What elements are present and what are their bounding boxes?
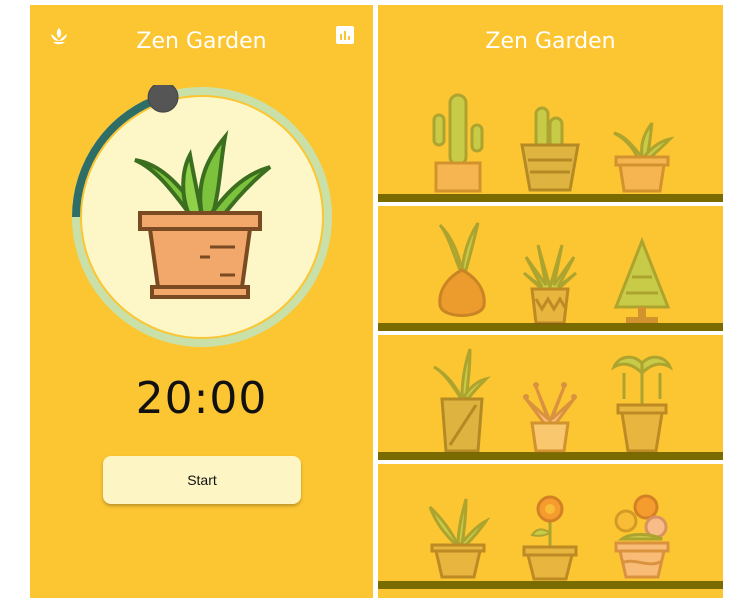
fern-pot-icon[interactable] <box>426 493 490 581</box>
flowering-bush-pot-icon[interactable] <box>610 489 674 581</box>
shelf-divider <box>378 460 723 464</box>
timer-knob[interactable] <box>147 85 179 113</box>
timer-display: 20:00 <box>135 373 268 424</box>
pine-tree-icon[interactable] <box>610 237 674 325</box>
timer-screen: Zen Garden 20:00 Start <box>30 5 373 598</box>
stats-icon[interactable] <box>335 25 357 47</box>
palm-pot-icon[interactable] <box>610 343 674 455</box>
garden-title: Zen Garden <box>485 29 616 54</box>
tall-grass-vase-icon[interactable] <box>430 345 494 455</box>
potted-cactus-icon[interactable] <box>518 100 582 195</box>
shelf-divider <box>378 202 723 206</box>
shelf <box>378 581 723 589</box>
shelf-divider <box>378 331 723 335</box>
app-title: Zen Garden <box>136 29 267 54</box>
start-button[interactable]: Start <box>103 456 301 504</box>
snake-plant-vase-icon[interactable] <box>430 215 494 325</box>
succulent-pot-icon[interactable] <box>518 375 582 455</box>
shelf <box>378 194 723 202</box>
agave-pot-icon[interactable] <box>518 237 582 325</box>
aloe-pot-icon[interactable] <box>610 117 674 195</box>
garden-screen: Zen Garden <box>378 5 723 598</box>
flower-pot-icon[interactable] <box>518 493 582 581</box>
cactus-icon[interactable] <box>426 85 490 195</box>
timer-ring <box>72 85 332 347</box>
